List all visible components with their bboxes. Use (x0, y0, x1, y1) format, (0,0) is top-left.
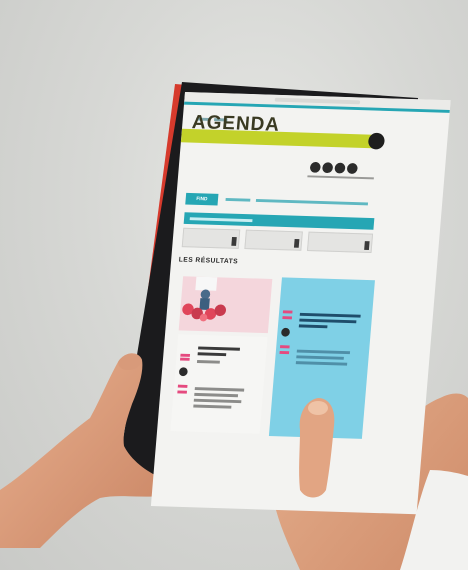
event-desc-line (295, 361, 348, 366)
event-illustration (182, 276, 226, 322)
event-date (181, 342, 186, 352)
event-title-line (198, 346, 241, 351)
social-links (309, 160, 360, 174)
event-desc-line (193, 404, 232, 409)
filter-select[interactable] (244, 229, 303, 251)
event-desc-line (296, 349, 351, 355)
banner-dot (367, 132, 386, 150)
event-title-line (298, 324, 328, 329)
filter-header (183, 212, 375, 230)
event-date-mark (282, 316, 293, 320)
address-bar (274, 97, 361, 105)
tab-link[interactable] (255, 198, 369, 206)
event-title-line (197, 352, 227, 357)
page-title: AGENDA (191, 111, 281, 136)
mail-icon[interactable] (346, 163, 358, 174)
event-desc-line (193, 398, 242, 404)
results-heading: LES RÉSULTATS (178, 256, 239, 266)
event-title-line (299, 318, 357, 324)
event-date-mark (282, 310, 293, 314)
event-category-icon (178, 367, 188, 377)
facebook-icon[interactable] (309, 161, 321, 173)
tab-link[interactable] (225, 198, 251, 202)
event-category-icon (280, 327, 291, 337)
event-date-mark (279, 345, 290, 349)
event-card-details (170, 334, 268, 434)
filter-select[interactable] (306, 231, 374, 253)
event-date-mark (279, 350, 290, 355)
tablet-screen: AGENDA FIND LES RÉSULTATS (150, 92, 451, 515)
event-desc-line (296, 355, 344, 360)
social-caption (307, 175, 374, 180)
event-date-mark (180, 357, 190, 361)
event-desc-line (194, 392, 239, 398)
tablet-photo: AGENDA FIND LES RÉSULTATS (0, 0, 468, 570)
instagram-icon[interactable] (334, 162, 346, 174)
tab-find[interactable]: FIND (185, 192, 219, 206)
event-card-image[interactable] (178, 276, 273, 334)
event-meta-line (196, 360, 220, 364)
event-card-featured[interactable] (268, 277, 375, 439)
filter-select[interactable] (181, 227, 241, 249)
event-desc-line (194, 387, 245, 392)
event-date-mark (177, 390, 188, 394)
event-title-line (299, 312, 361, 318)
event-date-mark (180, 353, 191, 357)
event-date-mark (177, 384, 188, 388)
filter-header-label (189, 217, 253, 223)
twitter-icon[interactable] (321, 162, 334, 174)
